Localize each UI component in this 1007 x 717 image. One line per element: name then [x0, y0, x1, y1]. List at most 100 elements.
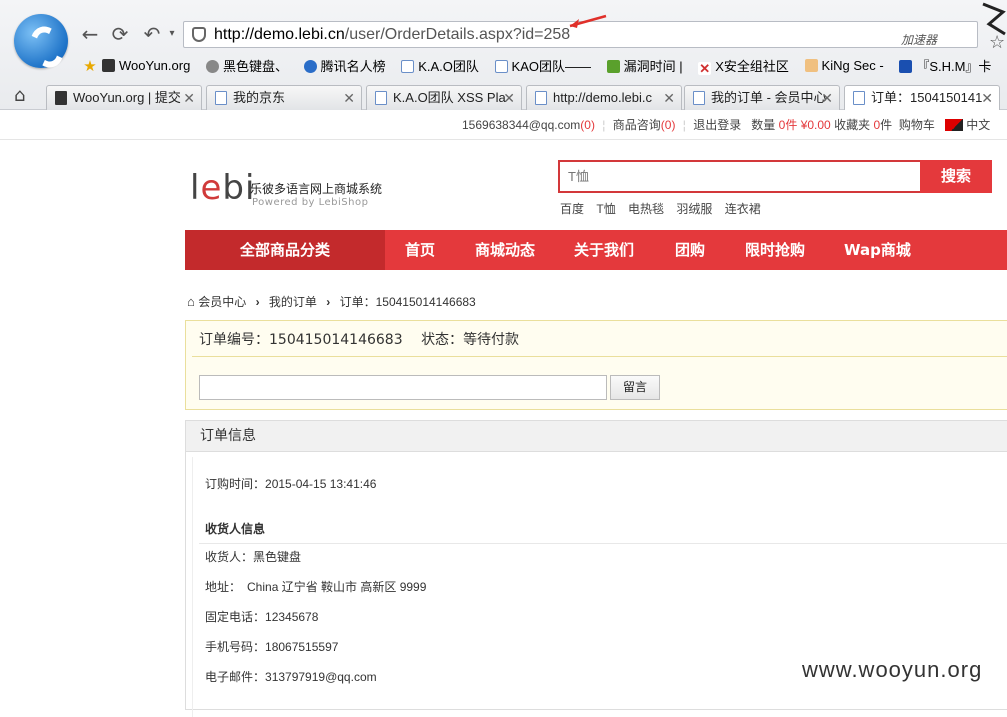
bookmark-item[interactable]: KiNg Sec - [804, 58, 884, 73]
language-select[interactable]: 中文 [966, 118, 990, 132]
hot-word-link[interactable]: 羽绒服 [676, 202, 712, 216]
hot-search-words: 百度 T恤 电热毯 羽绒服 连衣裙 [560, 200, 770, 217]
leave-message-button[interactable]: 留言 [610, 375, 660, 400]
tab-label: 我的京东 [233, 90, 286, 105]
bookmark-item[interactable]: ✕ X安全组社区 [698, 56, 789, 75]
phone-row: 固定电话：12345678 [205, 608, 318, 625]
home-icon[interactable]: ⌂ [14, 85, 25, 106]
tab[interactable]: K.A.O团队 XSS Pla ✕ [366, 85, 522, 110]
user-email-link[interactable]: 1569638344@qq.com [462, 118, 580, 132]
close-icon[interactable]: ✕ [981, 86, 993, 110]
message-input[interactable] [199, 375, 607, 400]
bookmark-item[interactable]: K.A.O团队 [401, 56, 479, 75]
order-status-label: 状态： [421, 332, 464, 348]
bookmark-label: X安全组社区 [715, 59, 789, 74]
divider [192, 356, 1007, 357]
tab-label: WooYun.org | 提交 [73, 90, 181, 105]
order-header: 订单编号：150415014146683 状态：等待付款 [199, 329, 519, 349]
phone-value: 12345678 [265, 610, 319, 624]
nav-item-news[interactable]: 商城动态 [475, 230, 535, 270]
logout-link[interactable]: 退出登录 [693, 118, 741, 132]
tab-label: 我的订单 - 会员中心 [711, 90, 827, 105]
bookmark-favicon-icon [804, 59, 818, 72]
nav-item-about[interactable]: 关于我们 [574, 230, 634, 270]
mobile-row: 手机号码：18067515597 [205, 638, 338, 655]
breadcrumb-member-center[interactable]: 会员中心 [198, 295, 246, 309]
bookmark-item[interactable]: 『S.H.M』卡 [899, 56, 991, 75]
divider: ¦ [602, 118, 606, 132]
order-number: 150415014146683 [269, 332, 403, 348]
bookmark-favicon-icon [303, 60, 317, 73]
divider: ¦ [682, 118, 686, 132]
receiver-value: 黑色键盘 [253, 550, 302, 564]
favorites-unit: 件 [880, 118, 893, 132]
tab-label: http://demo.lebi.c [553, 90, 652, 105]
bookmark-favicon-icon: ✕ [698, 61, 712, 76]
nav-item-groupbuy[interactable]: 团购 [675, 230, 705, 270]
bookmark-item[interactable]: 黑色键盘、 [205, 56, 288, 75]
tab-favicon-icon [55, 91, 67, 105]
url-path: /user/OrderDetails.aspx?id=258 [344, 26, 571, 43]
accelerator-button[interactable]: 加速器 [901, 28, 937, 53]
cart-link[interactable]: 购物车 [899, 118, 935, 132]
security-shield-icon [192, 27, 206, 42]
chevron-right-icon: › [255, 295, 260, 309]
hot-word-link[interactable]: T恤 [596, 202, 615, 216]
order-summary-box: 订单编号：150415014146683 状态：等待付款 留言 [185, 320, 1007, 410]
bookmark-item[interactable]: KAO团队—— [494, 56, 591, 75]
chevron-down-icon[interactable]: ▾ [160, 22, 184, 46]
tab-strip: ⌂ WooYun.org | 提交 ✕ 我的京东 ✕ K.A.O团队 XSS Pla… [0, 82, 1007, 111]
nav-item-home[interactable]: 首页 [405, 230, 435, 270]
bookmark-label: 漏洞时间 | [623, 59, 683, 74]
refresh-icon[interactable]: ⟳ [108, 22, 132, 46]
receiver-section-title: 收货人信息 [205, 522, 266, 536]
close-icon[interactable]: ✕ [183, 86, 195, 110]
hot-word-link[interactable]: 电热毯 [628, 202, 664, 216]
favorites-link[interactable]: 收藏夹 [834, 118, 870, 132]
tab-active[interactable]: 订单：1504150141 ✕ [844, 85, 1000, 111]
consult-link[interactable]: 商品咨询 [613, 118, 661, 132]
close-icon[interactable]: ✕ [821, 86, 833, 110]
main-nav: 全部商品分类 首页 商城动态 关于我们 团购 限时抢购 Wap商城 [185, 230, 1007, 270]
tab[interactable]: http://demo.lebi.c ✕ [526, 85, 682, 110]
breadcrumb-current-order: 订单：150415014146683 [339, 295, 476, 309]
all-categories-menu[interactable]: 全部商品分类 [185, 230, 385, 270]
tab[interactable]: 我的订单 - 会员中心 ✕ [684, 85, 840, 110]
field-label: 地址： [205, 580, 242, 594]
system-name: 乐彼多语言网上商城系统 [250, 182, 383, 196]
browser-logo-icon [14, 14, 68, 68]
email-row: 电子邮件：313797919@qq.com [205, 668, 377, 685]
tab-favicon-icon [853, 91, 865, 105]
china-flag-icon [944, 119, 963, 131]
divider [199, 543, 1007, 544]
close-icon[interactable]: ✕ [663, 86, 675, 110]
bookmark-favicon-icon [899, 60, 913, 73]
hot-word-link[interactable]: 连衣裙 [725, 202, 761, 216]
favorites-star-icon[interactable]: ★ [78, 54, 102, 78]
nav-item-wap[interactable]: Wap商城 [844, 230, 911, 270]
logo-letter: l [190, 168, 201, 208]
email-value: 313797919@qq.com [265, 670, 377, 684]
search-input[interactable] [560, 162, 920, 191]
tab[interactable]: 我的京东 ✕ [206, 85, 362, 110]
bookmark-label: 黑色键盘、 [222, 59, 288, 74]
search-button[interactable]: 搜索 [920, 160, 992, 193]
cart-price: ¥0.00 [800, 118, 831, 132]
bookmark-label: WooYun.org [119, 58, 191, 73]
bookmark-item[interactable]: 漏洞时间 | [606, 56, 683, 75]
tab[interactable]: WooYun.org | 提交 ✕ [46, 85, 202, 110]
back-icon[interactable]: ← [78, 22, 102, 46]
tab-label: 订单：1504150141 [871, 90, 983, 105]
bookmark-label: K.A.O团队 [418, 59, 479, 74]
close-icon[interactable]: ✕ [503, 86, 515, 110]
bookmark-item[interactable]: 腾讯名人榜 [303, 56, 386, 75]
url-host: http://demo.lebi.cn [214, 26, 345, 43]
bookmark-item[interactable]: WooYun.org [102, 58, 190, 73]
bookmark-label: 腾讯名人榜 [320, 59, 386, 74]
breadcrumb-my-orders[interactable]: 我的订单 [269, 295, 317, 309]
close-icon[interactable]: ✕ [343, 86, 355, 110]
hot-word-link[interactable]: 百度 [560, 202, 584, 216]
nav-item-flash-sale[interactable]: 限时抢购 [745, 230, 805, 270]
order-number-label: 订单编号： [199, 332, 269, 348]
logo-letter-accent: e [200, 168, 223, 208]
